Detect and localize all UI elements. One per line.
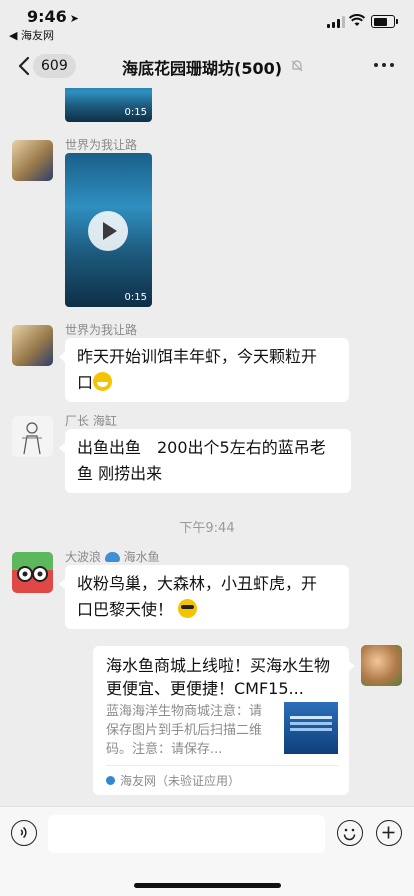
sender-name: 大波浪 海水鱼	[65, 548, 160, 565]
signal-icon	[327, 16, 345, 28]
status-time: 9:46 ➤	[27, 7, 79, 26]
voice-input-icon[interactable]	[11, 820, 37, 846]
link-card-title: 海水鱼商城上线啦！买海水生物更便宜、更便捷！CMF15...	[106, 656, 331, 698]
video-message[interactable]: 0:15	[65, 88, 152, 122]
home-indicator[interactable]	[134, 883, 281, 888]
avatar[interactable]	[12, 416, 53, 457]
message-text-line: 口	[77, 370, 337, 396]
group-title: 海底花园珊瑚坊(500)	[122, 59, 283, 78]
avatar[interactable]	[12, 552, 53, 593]
my-avatar[interactable]	[361, 645, 402, 686]
wifi-icon	[349, 14, 365, 26]
emoji-picker-icon[interactable]	[337, 820, 363, 846]
avatar[interactable]	[12, 140, 53, 181]
message-text-line: 口巴黎天使！	[77, 597, 337, 623]
status-bar: 9:46 ➤ ◀ 海友网	[0, 0, 414, 44]
avatar-sketch-icon	[22, 422, 42, 455]
location-arrow-icon: ➤	[69, 12, 80, 25]
avatar-cartoon-icon	[12, 552, 53, 582]
chat-header: 609 海底花园珊瑚坊(500)	[0, 44, 414, 88]
sender-name: 厂长 海缸	[65, 414, 117, 428]
unread-count-badge[interactable]: 609	[33, 54, 76, 78]
sender-name: 世界为我让路	[65, 323, 138, 337]
link-card-source: 海友网（未验证应用）	[106, 772, 240, 789]
video-duration: 0:15	[124, 107, 147, 118]
status-time-text: 9:46	[27, 7, 67, 26]
link-card-divider	[106, 765, 338, 766]
message-text-line: 收粉鸟巢，大森林，小丑虾虎，开	[77, 574, 318, 593]
message-text-line: 鱼 刚捞出来	[77, 464, 163, 483]
input-bar	[0, 806, 414, 896]
link-card-source-text: 海友网（未验证应用）	[120, 774, 241, 788]
grin-emoji-icon	[93, 372, 113, 391]
sender-name-suffix: 海水鱼	[123, 550, 160, 564]
battery-icon	[371, 15, 398, 28]
more-options-icon[interactable]	[374, 63, 396, 69]
timestamp: 下午9:44	[179, 521, 235, 536]
message-text-line: 出鱼出鱼 200出个5左右的蓝吊老	[77, 438, 326, 457]
message-text-line: 昨天开始训饵丰年虾，今天颗粒开	[77, 347, 318, 366]
link-card-description: 蓝海海洋生物商城注意：请保存图片到手机后扫描二维码。注意：请保存...	[106, 704, 263, 757]
video-message[interactable]: 0:15	[65, 153, 152, 307]
message-list[interactable]: 0:15 世界为我让路 0:15 世界为我让路 昨天开始训饵丰年虾，今天颗粒开 …	[0, 88, 414, 806]
message-bubble[interactable]: 收粉鸟巢，大森林，小丑虾虎，开 口巴黎天使！	[59, 565, 349, 629]
message-input[interactable]	[48, 815, 325, 853]
link-card[interactable]: 海水鱼商城上线啦！买海水生物更便宜、更便捷！CMF15... 蓝海海洋生物商城注…	[93, 646, 355, 795]
video-duration: 0:15	[124, 292, 147, 303]
message-text-line-end: 口	[77, 373, 94, 392]
plus-more-icon[interactable]	[376, 820, 402, 846]
play-icon[interactable]	[88, 211, 128, 251]
sender-name: 世界为我让路	[65, 138, 138, 152]
whale-emoji-icon	[104, 552, 120, 562]
message-text-line-end: 口巴黎天使！	[77, 600, 174, 619]
sender-name-text: 大波浪	[65, 550, 102, 564]
message-bubble[interactable]: 出鱼出鱼 200出个5左右的蓝吊老 鱼 刚捞出来	[59, 429, 351, 493]
sunglasses-emoji-icon	[178, 599, 198, 618]
message-bubble[interactable]: 昨天开始训饵丰年虾，今天颗粒开 口	[59, 338, 349, 402]
link-card-thumbnail	[284, 702, 338, 754]
mute-bell-icon	[291, 60, 303, 72]
back-to-app-link[interactable]: ◀ 海友网	[9, 27, 54, 43]
avatar[interactable]	[12, 325, 53, 366]
app-source-icon	[106, 776, 115, 785]
